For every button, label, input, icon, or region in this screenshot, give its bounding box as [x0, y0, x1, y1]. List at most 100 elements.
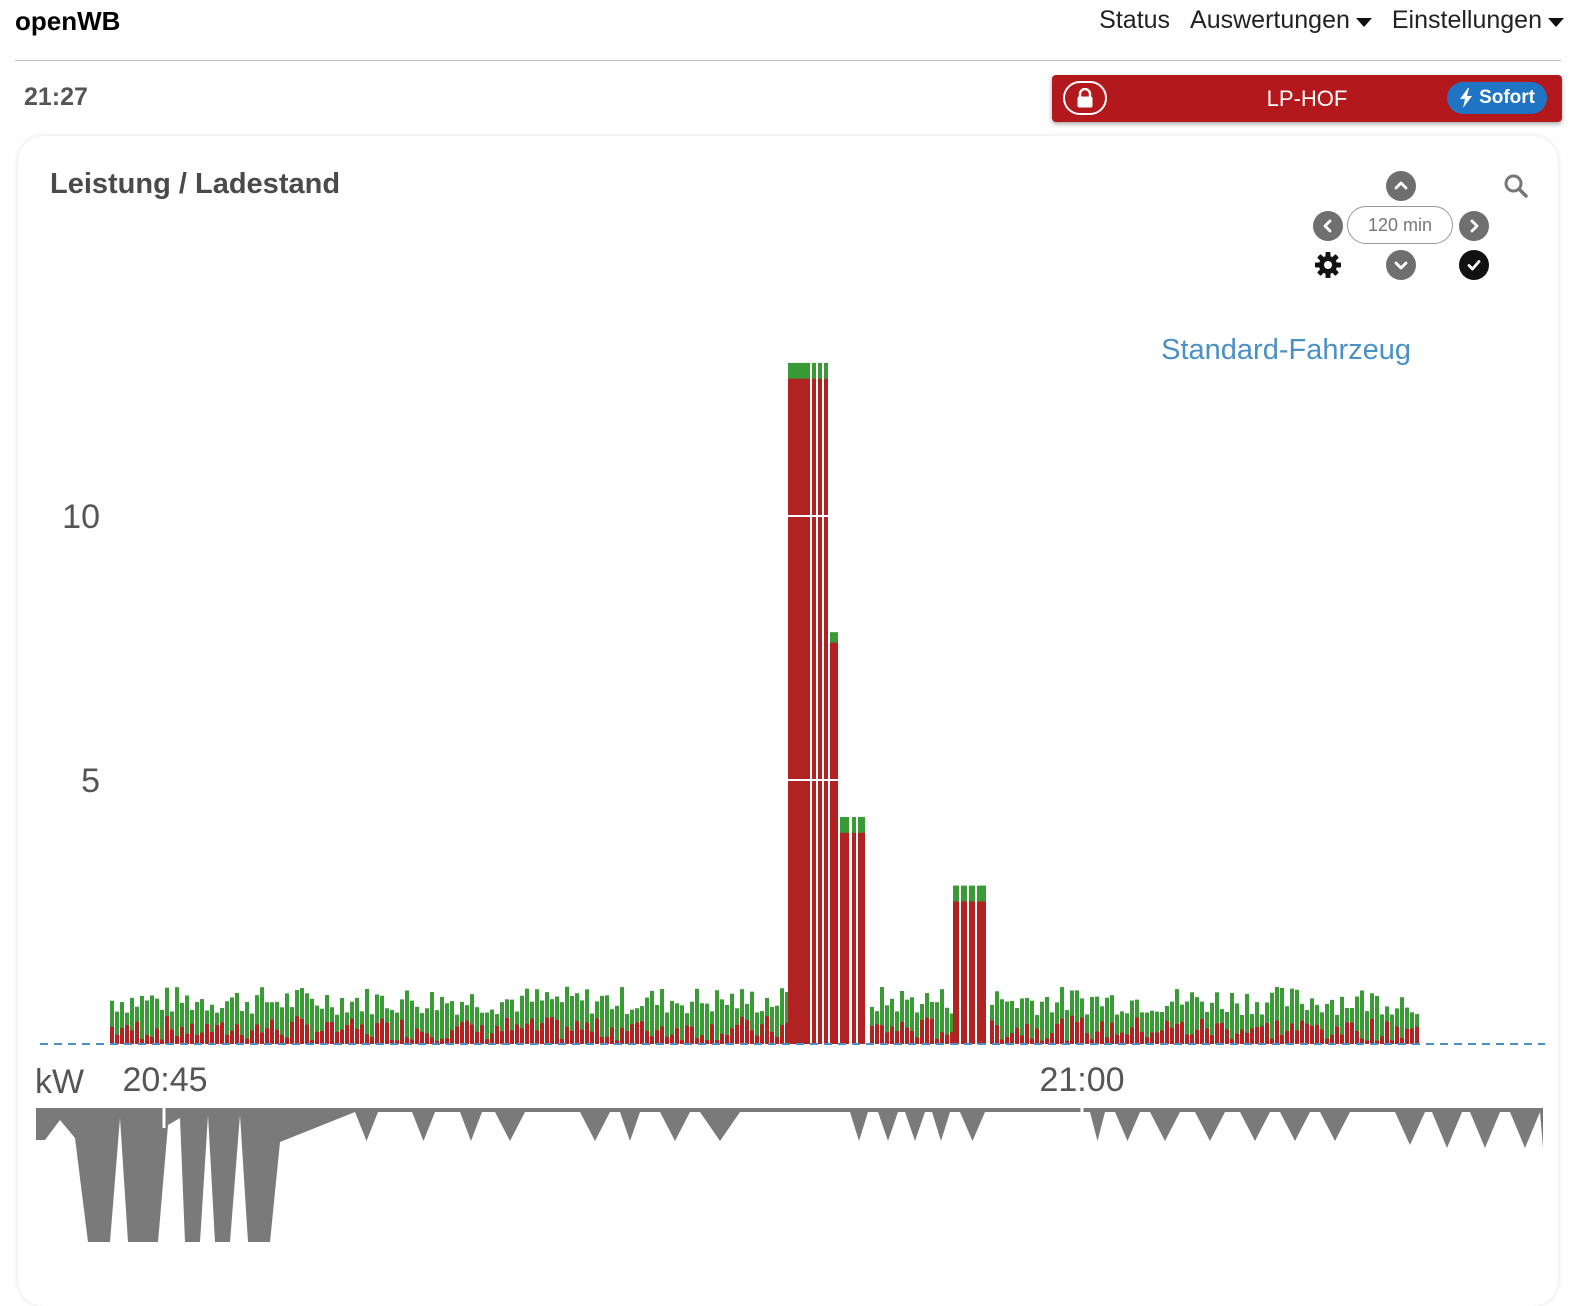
baseline-bar-charge	[1060, 1018, 1064, 1044]
x-tick-label: 21:00	[1039, 1061, 1124, 1099]
baseline-bar-total	[715, 990, 719, 1044]
baseline-bar-charge	[660, 1026, 664, 1044]
baseline-bar-total	[695, 988, 699, 1044]
baseline-bar-charge	[885, 1032, 889, 1044]
baseline-bar-charge	[900, 1021, 904, 1044]
baseline-bar-charge	[1245, 1032, 1249, 1044]
baseline-bar-charge	[1225, 1029, 1229, 1044]
peak-bar-charge	[788, 378, 810, 1045]
baseline-bar-charge	[605, 1036, 609, 1044]
baseline-bar-total	[680, 1005, 684, 1044]
baseline-bar-charge	[895, 1030, 899, 1044]
baseline-bar-total	[615, 1005, 619, 1044]
baseline-bar-charge	[1125, 1034, 1129, 1044]
baseline-bar-charge	[1405, 1028, 1409, 1044]
baseline-bar-charge	[345, 1025, 349, 1044]
baseline-bar-charge	[920, 1019, 924, 1044]
baseline-bar-total	[150, 995, 154, 1044]
baseline-bar-charge	[630, 1024, 634, 1044]
baseline-bar-charge	[685, 1025, 689, 1044]
baseline-bar-charge	[355, 1028, 359, 1044]
baseline-bar-charge	[400, 1019, 404, 1044]
peak-bar-charge	[824, 378, 828, 1045]
baseline-bar-charge	[1355, 1030, 1359, 1044]
baseline-bar-charge	[925, 1017, 929, 1044]
baseline-bar-charge	[165, 1016, 169, 1044]
baseline-bar-charge	[1345, 1022, 1349, 1044]
baseline-bar-charge	[455, 1026, 459, 1044]
baseline-bar-charge	[385, 1022, 389, 1044]
baseline-bar-charge	[295, 1016, 299, 1044]
baseline-bar-charge	[1010, 1033, 1014, 1044]
baseline-bar-charge	[710, 1024, 714, 1044]
baseline-bar-charge	[1175, 1023, 1179, 1044]
baseline-bar-charge	[1095, 1031, 1099, 1044]
baseline-bar-charge	[1085, 1032, 1089, 1044]
baseline-bar-charge	[725, 1034, 729, 1044]
baseline-bar-charge	[515, 1024, 519, 1044]
baseline-bar-charge	[680, 1040, 684, 1044]
legend-entry: Standard-Fahrzeug	[1161, 334, 1411, 366]
baseline-bar-total	[1045, 996, 1049, 1044]
baseline-bar-charge	[465, 1020, 469, 1044]
baseline-bar-charge	[740, 1016, 744, 1044]
bottom-chart-marks	[36, 1108, 1543, 1242]
baseline-bar-charge	[1275, 1020, 1279, 1044]
baseline-bar-charge	[255, 1024, 259, 1044]
baseline-bar-total	[1360, 990, 1364, 1044]
baseline-bar-charge	[875, 1024, 879, 1044]
baseline-bar-charge	[145, 1034, 149, 1044]
baseline-bar-charge	[180, 1026, 184, 1044]
baseline-bar-charge	[755, 1035, 759, 1044]
baseline-bar-charge	[350, 1018, 354, 1044]
baseline-bar-charge	[375, 1023, 379, 1044]
baseline-bar-total	[1105, 997, 1109, 1044]
baseline-bar-charge	[125, 1025, 129, 1044]
baseline-bar-charge	[1340, 1034, 1344, 1044]
baseline-bar-charge	[750, 1030, 754, 1044]
baseline-bar-charge	[1240, 1029, 1244, 1044]
baseline-bar-charge	[1395, 1026, 1399, 1044]
baseline-bar-charge	[625, 1030, 629, 1044]
baseline-bar-charge	[360, 1024, 364, 1044]
baseline-bar-charge	[480, 1025, 484, 1044]
baseline-bar-total	[395, 1012, 399, 1044]
baseline-bar-charge	[525, 1023, 529, 1044]
baseline-bar-total	[1375, 995, 1379, 1044]
baseline-bar-charge	[1255, 1026, 1259, 1044]
baseline-bar-charge	[665, 1036, 669, 1044]
baseline-bar-charge	[670, 1034, 674, 1044]
baseline-bar-charge	[1180, 1022, 1184, 1044]
baseline-bar-total	[935, 1002, 939, 1044]
baseline-bar-charge	[1110, 1022, 1114, 1044]
baseline-bar-charge	[450, 1030, 454, 1044]
baseline-bar-charge	[1370, 1018, 1374, 1044]
baseline-bar-charge	[655, 1030, 659, 1044]
baseline-bar-charge	[380, 1018, 384, 1044]
baseline-bar-charge	[1410, 1028, 1414, 1044]
baseline-bar-charge	[780, 1025, 784, 1044]
baseline-bar-charge	[195, 1034, 199, 1044]
baseline-bar-charge	[1385, 1021, 1389, 1044]
baseline-bar-charge	[990, 1020, 994, 1044]
baseline-bar-total	[1030, 1000, 1034, 1044]
baseline-bar-charge	[910, 1031, 914, 1044]
baseline-bar-charge	[1310, 1025, 1314, 1044]
baseline-bar-charge	[1155, 1032, 1159, 1044]
baseline-bar-total	[430, 992, 434, 1044]
baseline-bar-charge	[610, 1027, 614, 1044]
peak-bar-charge	[830, 642, 838, 1044]
baseline-bar-charge	[1320, 1029, 1324, 1044]
peak-bar-charge	[858, 832, 865, 1044]
baseline-bar-charge	[1055, 1023, 1059, 1044]
baseline-bar-charge	[590, 1031, 594, 1044]
baseline-bar-charge	[225, 1034, 229, 1044]
baseline-bar-charge	[1300, 1020, 1304, 1044]
x-tick-label: 20:45	[122, 1061, 207, 1099]
baseline-bar-charge	[1260, 1026, 1264, 1044]
baseline-bar-charge	[540, 1023, 544, 1044]
baseline-bar-charge	[1160, 1030, 1164, 1044]
baseline-bar-charge	[1285, 1031, 1289, 1044]
baseline-bar-charge	[320, 1030, 324, 1044]
baseline-bar-charge	[1210, 1035, 1214, 1044]
